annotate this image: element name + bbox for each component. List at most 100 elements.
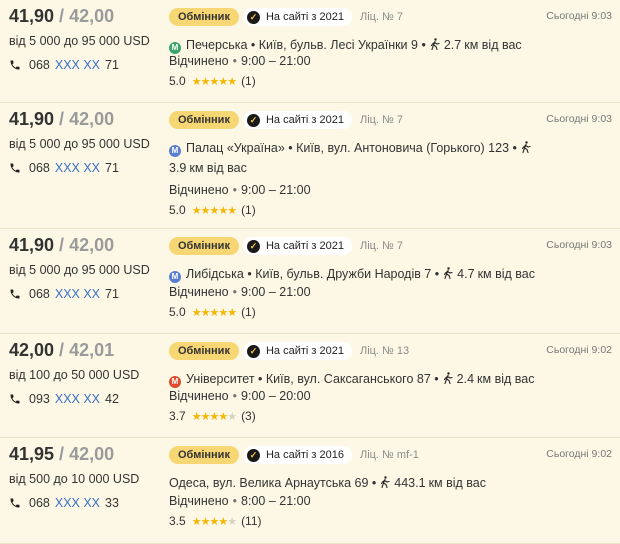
separator-dot: • (243, 267, 256, 281)
updated-time: Сьогодні 9:03 (546, 113, 612, 125)
on-site-label: На сайті з 2021 (265, 345, 344, 357)
phone-icon (10, 60, 20, 70)
phone-reveal-link[interactable]: XXX XX (55, 287, 100, 301)
amount-limits: від 5 000 до 95 000 USD (9, 34, 150, 48)
exchange-rate: 42,00 / 42,01 (9, 340, 114, 361)
address-line: М Університет • Київ, вул. Саксаганського… (169, 369, 539, 389)
separator-dot: • (247, 38, 259, 52)
verified-check-icon: ✓ (246, 448, 260, 462)
buy-rate: 41,95 (9, 444, 55, 464)
phone-icon (10, 289, 20, 299)
sell-rate: 42,00 (69, 235, 115, 255)
phone-reveal-link[interactable]: XXX XX (55, 161, 100, 175)
rating-value: 3.7 (169, 409, 186, 423)
phone-reveal-link[interactable]: XXX XX (55, 392, 100, 406)
star-icon: ★ (209, 515, 219, 528)
separator-dot: • (509, 141, 517, 155)
star-rating-icons: ★★★★★ (192, 410, 237, 423)
rate-separator: / (54, 109, 70, 129)
phone-number[interactable]: 093 XXX XX 42 (9, 392, 119, 406)
opening-hours: Відчинено • 9:00 – 20:00 (169, 389, 311, 403)
open-status: Відчинено (169, 285, 229, 299)
rate-separator: / (54, 444, 70, 464)
buy-rate: 41,90 (9, 235, 55, 255)
updated-time: Сьогодні 9:03 (546, 239, 612, 251)
separator-dot: • (232, 285, 238, 299)
phone-reveal-link[interactable]: XXX XX (55, 58, 100, 72)
star-icon: ★ (218, 306, 228, 319)
updated-time: Сьогодні 9:03 (546, 10, 612, 22)
star-icon: ★ (227, 204, 237, 217)
listing-row[interactable]: 41,90 / 42,00 від 5 000 до 95 000 USD 068 X… (0, 103, 620, 229)
phone-number[interactable]: 068 XXX XX 71 (9, 287, 119, 301)
star-rating-icons: ★★★★★ (192, 75, 237, 88)
separator-dot: • (232, 389, 238, 403)
opening-hours: Відчинено • 9:00 – 21:00 (169, 285, 311, 299)
on-site-label: На сайті з 2021 (265, 240, 344, 252)
star-icon: ★ (191, 515, 202, 528)
hours-range: 9:00 – 21:00 (241, 285, 311, 299)
on-site-label: На сайті з 2016 (265, 449, 344, 461)
updated-time: Сьогодні 9:02 (546, 344, 612, 356)
opening-hours: Відчинено • 9:00 – 21:00 (169, 54, 311, 68)
star-icon: ★ (227, 515, 237, 528)
license-number: Ліц. № 13 (359, 345, 410, 357)
exchange-rate: 41,90 / 42,00 (9, 109, 114, 130)
verified-check-icon: ✓ (246, 113, 260, 127)
phone-suffix: 33 (105, 496, 119, 510)
phone-number[interactable]: 068 XXX XX 71 (9, 161, 119, 175)
metro-icon: М (169, 271, 181, 283)
exchange-rate: 41,90 / 42,00 (9, 235, 114, 256)
phone-suffix: 71 (105, 287, 119, 301)
updated-time: Сьогодні 9:02 (546, 448, 612, 460)
verified-check-icon: ✓ (246, 344, 260, 358)
street-address: Одеса, вул. Велика Арнаутська 69 (169, 476, 369, 490)
buy-rate: 42,00 (9, 340, 55, 360)
rating[interactable]: 3.7 ★★★★★ (3) (169, 409, 256, 423)
phone-prefix: 093 (29, 392, 50, 406)
review-count: (1) (241, 305, 256, 319)
distance-unit: км від вас (428, 476, 486, 490)
rate-separator: / (54, 340, 70, 360)
star-icon: ★ (209, 306, 219, 319)
rating-value: 5.0 (169, 305, 186, 319)
open-status: Відчинено (169, 389, 229, 403)
on-site-badge: ✓ На сайті з 2021 (242, 237, 352, 255)
star-rating-icons: ★★★★★ (192, 306, 237, 319)
star-rating-icons: ★★★★★ (191, 204, 237, 217)
license-number: Ліц. № 7 (359, 114, 404, 126)
phone-reveal-link[interactable]: XXX XX (55, 496, 100, 510)
listing-row[interactable]: 41,90 / 42,00 від 5 000 до 95 000 USD 068 X… (0, 229, 620, 334)
rating[interactable]: 5.0 ★★★★★ (1) (169, 203, 256, 217)
review-count: (1) (241, 203, 256, 217)
on-site-badge: ✓ На сайті з 2021 (242, 8, 352, 26)
distance-value: 2.4 (456, 372, 475, 386)
phone-number[interactable]: 068 XXX XX 71 (9, 58, 119, 72)
star-icon: ★ (191, 204, 202, 217)
review-count: (1) (241, 74, 256, 88)
listing-row[interactable]: 41,95 / 42,00 від 500 до 10 000 USD 068 XXX… (0, 438, 620, 544)
rating[interactable]: 5.0 ★★★★★ (1) (169, 305, 256, 319)
distance-value: 4.7 (457, 267, 475, 281)
rating[interactable]: 5.0 ★★★★★ (1) (169, 74, 256, 88)
amount-limits: від 500 до 10 000 USD (9, 472, 140, 486)
metro-station: Либідська (186, 267, 244, 281)
phone-number[interactable]: 068 XXX XX 33 (9, 496, 119, 510)
phone-suffix: 42 (105, 392, 119, 406)
metro-station: Палац «Україна» (186, 141, 285, 155)
metro-icon: М (169, 376, 181, 388)
metro-station: Печерська (186, 38, 248, 52)
open-status: Відчинено (169, 54, 229, 68)
on-site-badge: ✓ На сайті з 2021 (242, 111, 352, 129)
badges: Обмінник ✓ На сайті з 2021 Ліц. № 7 (169, 237, 403, 255)
open-status: Відчинено (169, 494, 229, 508)
rating[interactable]: 3.5 ★★★★★ (11) (169, 514, 262, 528)
phone-prefix: 068 (29, 161, 50, 175)
listing-row[interactable]: 41,90 / 42,00 від 5 000 до 95 000 USD 068 X… (0, 0, 620, 103)
separator-dot: • (284, 141, 297, 155)
opening-hours: Відчинено • 8:00 – 21:00 (169, 494, 311, 508)
phone-prefix: 068 (29, 58, 50, 72)
listing-row[interactable]: 42,00 / 42,01 від 100 до 50 000 USD 093 XXX… (0, 334, 620, 438)
phone-prefix: 068 (29, 287, 50, 301)
star-icon: ★ (209, 410, 219, 423)
